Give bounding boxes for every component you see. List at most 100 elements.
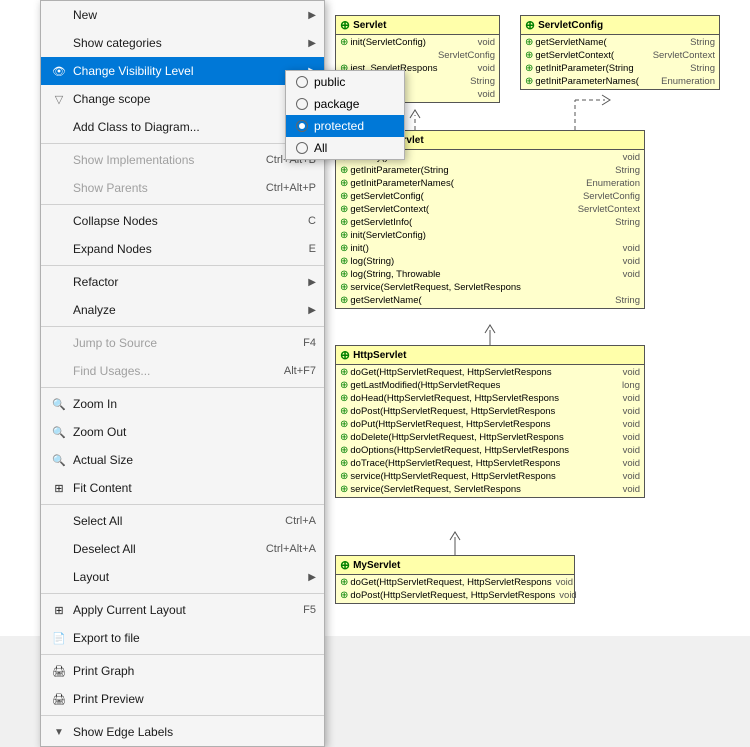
menu-item-apply-layout[interactable]: ⊞ Apply Current Layout F5 bbox=[41, 596, 324, 624]
collapse-label: Collapse Nodes bbox=[73, 214, 288, 228]
servlet-row-1: ⊕init(ServletConfig)void bbox=[340, 36, 495, 49]
uml-class-servletconfig[interactable]: ⊕ ServletConfig ⊕getServletName(String ⊕… bbox=[520, 15, 720, 90]
export-label: Export to file bbox=[73, 631, 316, 645]
show-parents-shortcut: Ctrl+Alt+P bbox=[266, 182, 316, 194]
menu-item-add-class[interactable]: Add Class to Diagram... Space bbox=[41, 113, 324, 141]
menu-item-analyze[interactable]: Analyze ▶ bbox=[41, 296, 324, 324]
change-visibility-icon: 👁 bbox=[49, 61, 69, 81]
radio-protected bbox=[296, 120, 308, 132]
menu-item-fit-content[interactable]: ⊞ Fit Content bbox=[41, 474, 324, 502]
hs-row-10: ⊕service(ServletRequest, ServletResponsv… bbox=[340, 483, 640, 496]
gs-row-12: ⊕getServletName(String bbox=[340, 294, 640, 307]
class-icon-servletconfig: ⊕ bbox=[525, 18, 535, 32]
gs-row-9: ⊕log(String)void bbox=[340, 255, 640, 268]
uml-class-httpservlet[interactable]: ⊕ HttpServlet ⊕doGet(HttpServletRequest,… bbox=[335, 345, 645, 498]
analyze-arrow: ▶ bbox=[308, 305, 316, 316]
show-impl-icon bbox=[49, 150, 69, 170]
hs-row-3: ⊕doHead(HttpServletRequest, HttpServletR… bbox=[340, 392, 640, 405]
menu-item-change-scope[interactable]: ▽ Change scope ▶ bbox=[41, 85, 324, 113]
change-visibility-label: Change Visibility Level bbox=[73, 64, 308, 78]
radio-package bbox=[296, 98, 308, 110]
fit-content-icon: ⊞ bbox=[49, 478, 69, 498]
sc-row-4: ⊕getInitParameterNames(Enumeration bbox=[525, 75, 715, 88]
jump-icon bbox=[49, 333, 69, 353]
find-label: Find Usages... bbox=[73, 364, 264, 378]
radio-all bbox=[296, 142, 308, 154]
deselect-all-icon bbox=[49, 539, 69, 559]
layout-icon bbox=[49, 567, 69, 587]
visibility-submenu: public package protected All bbox=[285, 70, 405, 160]
menu-item-expand-nodes[interactable]: Expand Nodes E bbox=[41, 235, 324, 263]
menu-item-actual-size[interactable]: 🔍 Actual Size bbox=[41, 446, 324, 474]
menu-item-change-visibility[interactable]: 👁 Change Visibility Level ▶ bbox=[41, 57, 324, 85]
menu-item-jump-to-source[interactable]: Jump to Source F4 bbox=[41, 329, 324, 357]
class-icon-myservlet: ⊕ bbox=[340, 558, 350, 572]
menu-item-refactor[interactable]: Refactor ▶ bbox=[41, 268, 324, 296]
menu-item-select-all[interactable]: Select All Ctrl+A bbox=[41, 507, 324, 535]
sc-row-2: ⊕getServletContext(ServletContext bbox=[525, 49, 715, 62]
hs-row-5: ⊕doPut(HttpServletRequest, HttpServletRe… bbox=[340, 418, 640, 431]
add-class-label: Add Class to Diagram... bbox=[73, 120, 265, 134]
menu-item-zoom-out[interactable]: 🔍 Zoom Out bbox=[41, 418, 324, 446]
actual-size-icon: 🔍 bbox=[49, 450, 69, 470]
menu-item-print-graph[interactable]: 🖨 Print Graph bbox=[41, 657, 324, 685]
show-categories-arrow: ▶ bbox=[308, 38, 316, 49]
submenu-item-all[interactable]: All bbox=[286, 137, 404, 159]
gs-row-5: ⊕getServletContext(ServletContext bbox=[340, 203, 640, 216]
hs-row-4: ⊕doPost(HttpServletRequest, HttpServletR… bbox=[340, 405, 640, 418]
menu-item-find-usages[interactable]: Find Usages... Alt+F7 bbox=[41, 357, 324, 385]
ms-row-2: ⊕doPost(HttpServletRequest, HttpServletR… bbox=[340, 589, 570, 602]
zoom-in-icon: 🔍 bbox=[49, 394, 69, 414]
hs-row-1: ⊕doGet(HttpServletRequest, HttpServletRe… bbox=[340, 366, 640, 379]
menu-item-show-implementations[interactable]: Show Implementations Ctrl+Alt+B bbox=[41, 146, 324, 174]
gs-row-10: ⊕log(String, Throwablevoid bbox=[340, 268, 640, 281]
change-scope-label: Change scope bbox=[73, 92, 308, 106]
menu-item-layout[interactable]: Layout ▶ bbox=[41, 563, 324, 591]
submenu-item-protected[interactable]: protected bbox=[286, 115, 404, 137]
sep-9 bbox=[41, 715, 324, 716]
menu-item-show-categories[interactable]: Show categories ▶ bbox=[41, 29, 324, 57]
ms-row-1: ⊕doGet(HttpServletRequest, HttpServletRe… bbox=[340, 576, 570, 589]
hs-row-8: ⊕doTrace(HttpServletRequest, HttpServlet… bbox=[340, 457, 640, 470]
new-icon bbox=[49, 5, 69, 25]
apply-layout-shortcut: F5 bbox=[303, 604, 316, 616]
menu-item-new[interactable]: New ▶ bbox=[41, 1, 324, 29]
menu-item-collapse-nodes[interactable]: Collapse Nodes C bbox=[41, 207, 324, 235]
all-label: All bbox=[314, 141, 327, 155]
gs-row-11: ⊕service(ServletRequest, ServletRespons bbox=[340, 281, 640, 294]
zoom-out-icon: 🔍 bbox=[49, 422, 69, 442]
show-categories-label: Show categories bbox=[73, 36, 308, 50]
menu-item-export[interactable]: 📄 Export to file bbox=[41, 624, 324, 652]
menu-item-zoom-in[interactable]: 🔍 Zoom In bbox=[41, 390, 324, 418]
menu-item-show-edge-labels[interactable]: ▼ Show Edge Labels bbox=[41, 718, 324, 746]
refactor-label: Refactor bbox=[73, 275, 308, 289]
actual-size-label: Actual Size bbox=[73, 453, 316, 467]
show-parents-icon bbox=[49, 178, 69, 198]
submenu-item-public[interactable]: public bbox=[286, 71, 404, 93]
gs-row-6: ⊕getServletInfo(String bbox=[340, 216, 640, 229]
expand-icon bbox=[49, 239, 69, 259]
apply-layout-label: Apply Current Layout bbox=[73, 603, 283, 617]
menu-item-show-parents[interactable]: Show Parents Ctrl+Alt+P bbox=[41, 174, 324, 202]
sep-2 bbox=[41, 204, 324, 205]
expand-shortcut: E bbox=[309, 243, 316, 255]
sc-row-3: ⊕getInitParameter(StringString bbox=[525, 62, 715, 75]
sep-8 bbox=[41, 654, 324, 655]
sep-5 bbox=[41, 387, 324, 388]
menu-item-print-preview[interactable]: 🖨 Print Preview bbox=[41, 685, 324, 713]
menu-item-deselect-all[interactable]: Deselect All Ctrl+Alt+A bbox=[41, 535, 324, 563]
uml-class-myservlet[interactable]: ⊕ MyServlet ⊕doGet(HttpServletRequest, H… bbox=[335, 555, 575, 604]
export-icon: 📄 bbox=[49, 628, 69, 648]
sep-3 bbox=[41, 265, 324, 266]
deselect-all-shortcut: Ctrl+Alt+A bbox=[266, 543, 316, 555]
new-arrow: ▶ bbox=[308, 10, 316, 21]
submenu-item-package[interactable]: package bbox=[286, 93, 404, 115]
fit-content-label: Fit Content bbox=[73, 481, 316, 495]
gs-row-7: ⊕init(ServletConfig) bbox=[340, 229, 640, 242]
package-label: package bbox=[314, 97, 359, 111]
print-preview-label: Print Preview bbox=[73, 692, 316, 706]
show-edge-labels-icon: ▼ bbox=[49, 722, 69, 742]
refactor-arrow: ▶ bbox=[308, 277, 316, 288]
collapse-shortcut: C bbox=[308, 215, 316, 227]
jump-shortcut: F4 bbox=[303, 337, 316, 349]
